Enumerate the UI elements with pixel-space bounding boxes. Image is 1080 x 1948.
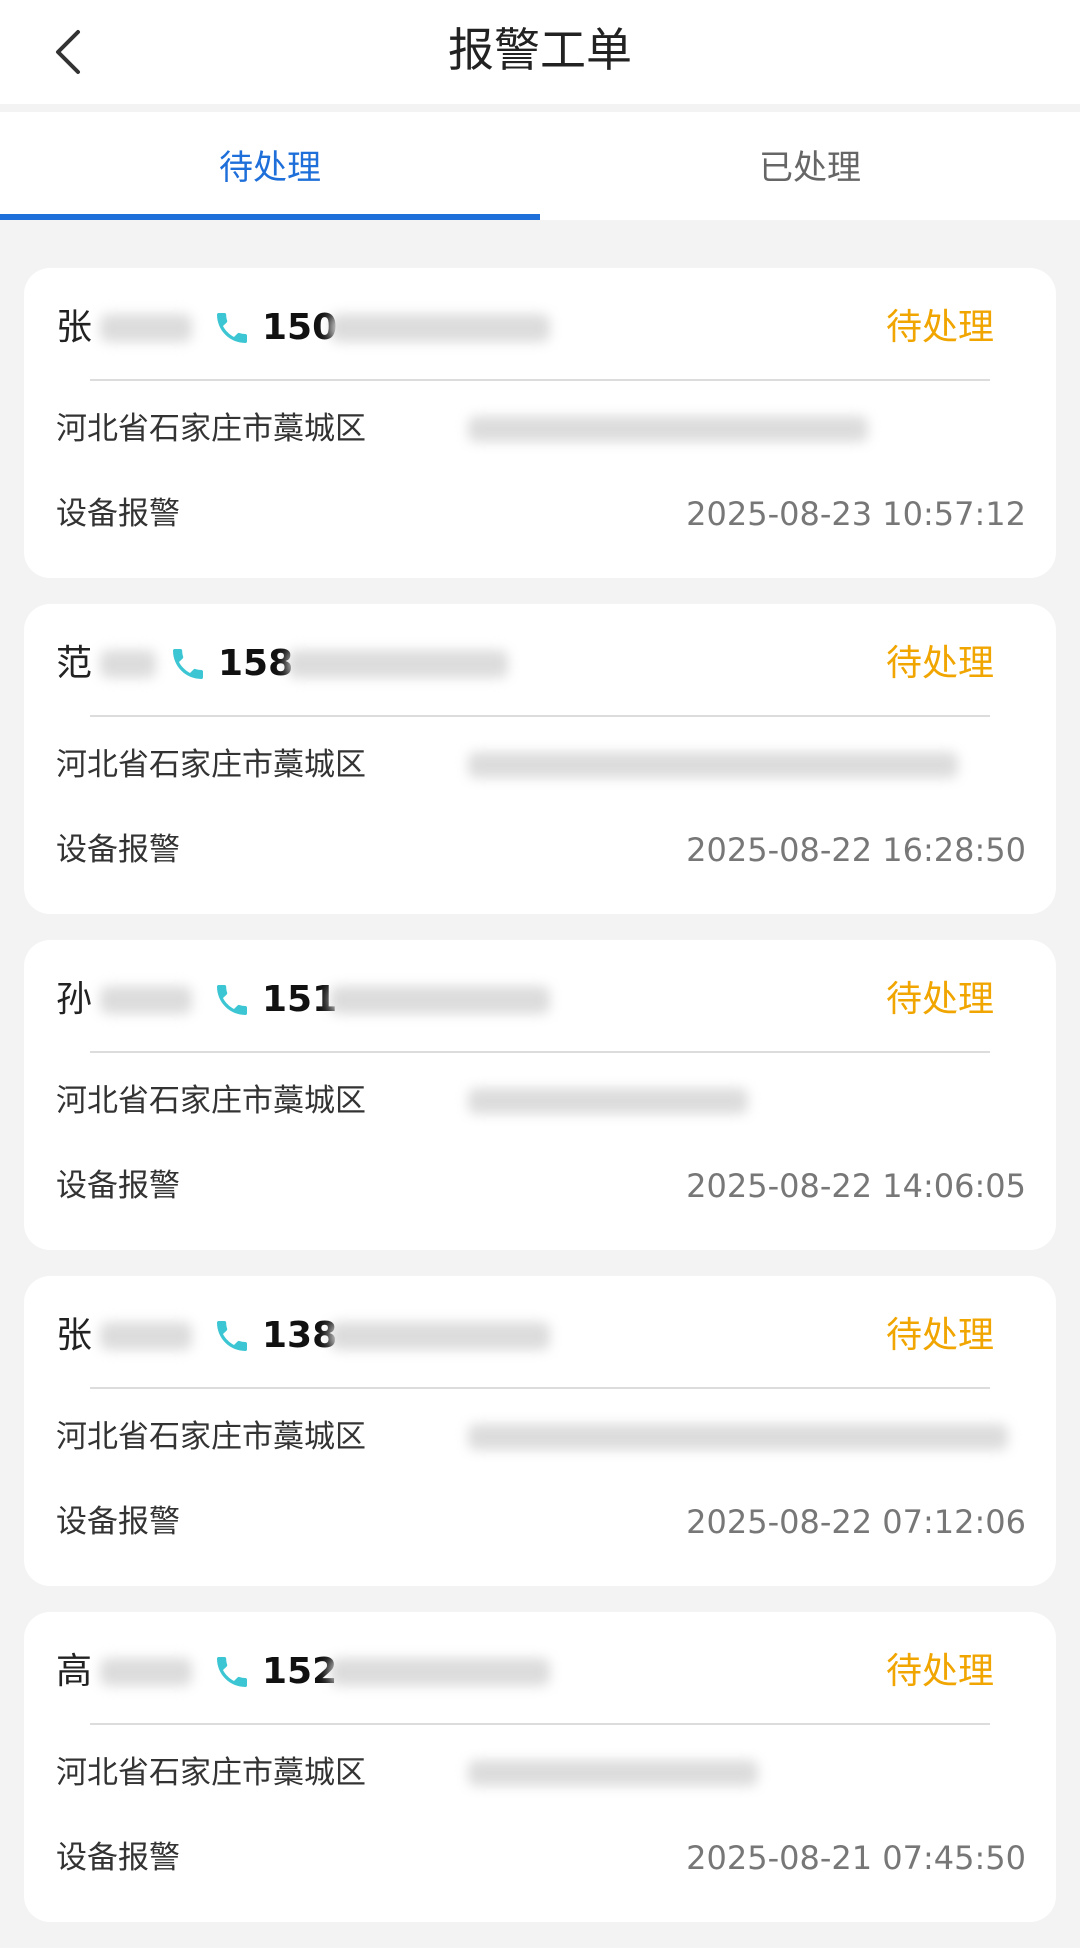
alarm-order-card[interactable]: 张 150 待处理 河北省石家庄市藁城区 设备报警 2025-08-23 10:… xyxy=(24,268,1056,578)
redacted-phone xyxy=(330,1658,550,1686)
customer-surname: 高 xyxy=(56,1651,93,1692)
customer-surname: 范 xyxy=(56,643,93,684)
card-divider xyxy=(90,1723,990,1725)
customer-surname: 孙 xyxy=(56,979,93,1020)
redacted-name xyxy=(100,650,156,678)
alarm-time: 2025-08-22 14:06:05 xyxy=(686,1167,1026,1205)
redacted-address xyxy=(468,752,958,778)
alarm-time: 2025-08-23 10:57:12 xyxy=(686,495,1026,533)
alarm-order-list: 张 150 待处理 河北省石家庄市藁城区 设备报警 2025-08-23 10:… xyxy=(24,268,1056,1948)
card-header: 高 152 待处理 xyxy=(56,1640,1024,1704)
alarm-type: 设备报警 xyxy=(56,496,180,532)
active-tab-indicator xyxy=(0,214,540,220)
status-badge: 待处理 xyxy=(885,643,994,684)
redacted-address xyxy=(468,1760,758,1786)
phone-number[interactable]: 138 xyxy=(262,1304,337,1368)
alarm-type: 设备报警 xyxy=(56,832,180,868)
address-text: 河北省石家庄市藁城区 xyxy=(56,747,366,783)
alarm-order-card[interactable]: 高 152 待处理 河北省石家庄市藁城区 设备报警 2025-08-21 07:… xyxy=(24,1612,1056,1922)
redacted-address xyxy=(468,1088,748,1114)
card-header: 范 158 待处理 xyxy=(56,632,1024,696)
tab-pending[interactable]: 待处理 xyxy=(0,112,540,220)
redacted-phone xyxy=(330,1322,550,1350)
address-text: 河北省石家庄市藁城区 xyxy=(56,1083,366,1119)
redacted-phone xyxy=(288,650,508,678)
phone-number[interactable]: 152 xyxy=(262,1640,337,1704)
address: 河北省石家庄市藁城区 xyxy=(56,740,1024,790)
card-divider xyxy=(90,715,990,717)
redacted-phone xyxy=(330,986,550,1014)
alarm-order-card[interactable]: 孙 151 待处理 河北省石家庄市藁城区 设备报警 2025-08-22 14:… xyxy=(24,940,1056,1250)
card-header: 张 150 待处理 xyxy=(56,296,1024,360)
redacted-name xyxy=(100,314,192,342)
alarm-time: 2025-08-21 07:45:50 xyxy=(686,1839,1026,1877)
alarm-type: 设备报警 xyxy=(56,1840,180,1876)
redacted-address xyxy=(468,416,868,442)
address: 河北省石家庄市藁城区 xyxy=(56,1748,1024,1798)
alarm-time: 2025-08-22 16:28:50 xyxy=(686,831,1026,869)
tab-bar: 待处理 已处理 xyxy=(0,112,1080,220)
phone-number[interactable]: 151 xyxy=(262,968,337,1032)
redacted-address xyxy=(468,1424,1008,1450)
card-divider xyxy=(90,379,990,381)
card-header: 张 138 待处理 xyxy=(56,1304,1024,1368)
phone-icon[interactable] xyxy=(212,1316,252,1356)
address: 河北省石家庄市藁城区 xyxy=(56,1076,1024,1126)
card-header: 孙 151 待处理 xyxy=(56,968,1024,1032)
alarm-type: 设备报警 xyxy=(56,1168,180,1204)
address-text: 河北省石家庄市藁城区 xyxy=(56,1419,366,1455)
alarm-type: 设备报警 xyxy=(56,1504,180,1540)
customer-surname: 张 xyxy=(56,307,93,348)
customer-surname: 张 xyxy=(56,1315,93,1356)
phone-icon[interactable] xyxy=(212,308,252,348)
redacted-phone xyxy=(330,314,550,342)
address: 河北省石家庄市藁城区 xyxy=(56,404,1024,454)
alarm-order-card[interactable]: 范 158 待处理 河北省石家庄市藁城区 设备报警 2025-08-22 16:… xyxy=(24,604,1056,914)
page-title: 报警工单 xyxy=(448,23,632,77)
address-text: 河北省石家庄市藁城区 xyxy=(56,1755,366,1791)
phone-icon[interactable] xyxy=(212,980,252,1020)
address-text: 河北省石家庄市藁城区 xyxy=(56,411,366,447)
phone-icon[interactable] xyxy=(168,644,208,684)
tab-processed[interactable]: 已处理 xyxy=(540,112,1080,220)
status-badge: 待处理 xyxy=(885,1651,994,1692)
address: 河北省石家庄市藁城区 xyxy=(56,1412,1024,1462)
alarm-order-card[interactable]: 张 138 待处理 河北省石家庄市藁城区 设备报警 2025-08-22 07:… xyxy=(24,1276,1056,1586)
status-badge: 待处理 xyxy=(885,307,994,348)
status-badge: 待处理 xyxy=(885,979,994,1020)
phone-number[interactable]: 150 xyxy=(262,296,337,360)
redacted-name xyxy=(100,1658,192,1686)
phone-icon[interactable] xyxy=(212,1652,252,1692)
alarm-time: 2025-08-22 07:12:06 xyxy=(686,1503,1026,1541)
redacted-name xyxy=(100,1322,192,1350)
phone-number[interactable]: 158 xyxy=(218,632,293,696)
status-badge: 待处理 xyxy=(885,1315,994,1356)
card-divider xyxy=(90,1387,990,1389)
card-divider xyxy=(90,1051,990,1053)
redacted-name xyxy=(100,986,192,1014)
app-header: 报警工单 xyxy=(0,0,1080,104)
